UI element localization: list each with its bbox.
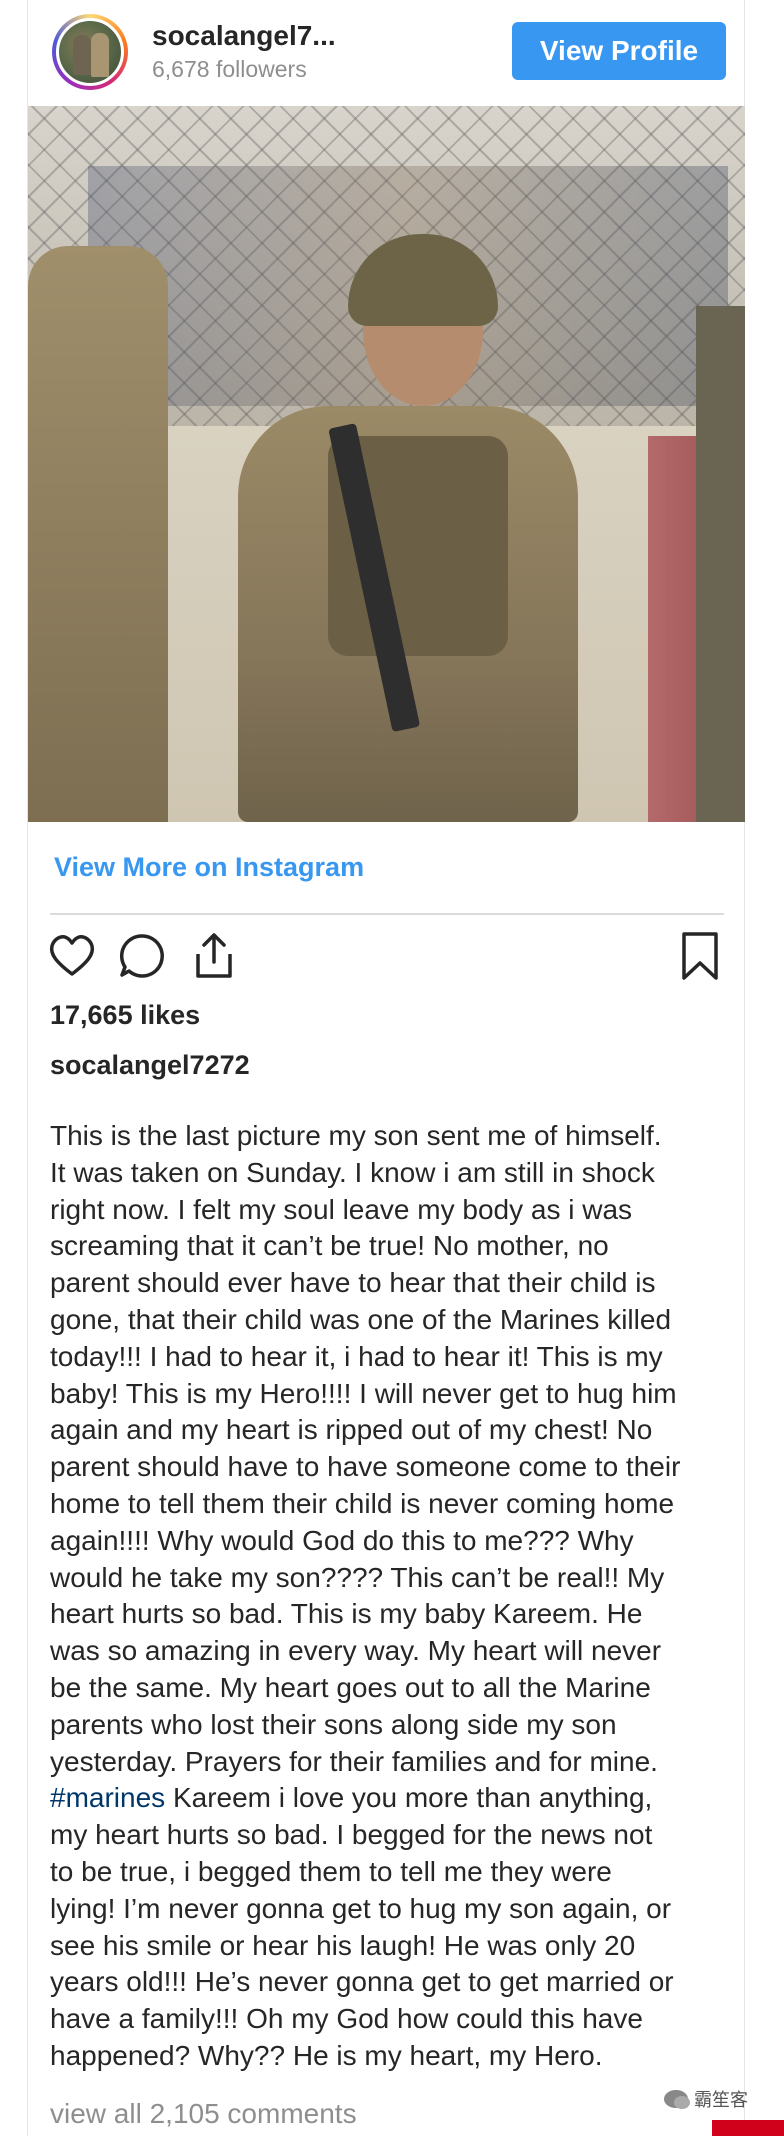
caption-text-part1: This is the last picture my son sent me … (50, 1120, 681, 1777)
view-profile-button[interactable]: View Profile (512, 22, 726, 80)
post-caption: This is the last picture my son sent me … (50, 1118, 740, 2075)
wechat-logo-icon (664, 2090, 690, 2109)
post-header: socalangel7... 6,678 followers View Prof… (28, 0, 744, 104)
soldier-left-figure (28, 246, 168, 822)
view-comments-link[interactable]: view all 2,105 comments (50, 2098, 357, 2130)
view-more-link[interactable]: View More on Instagram (54, 852, 364, 883)
watermark-text: 霸笙客 (694, 2090, 748, 2110)
red-corner-decoration (712, 2120, 784, 2136)
hashtag-link[interactable]: #marines (50, 1782, 165, 1813)
avatar[interactable] (52, 14, 128, 90)
caption-text-part2: Kareem i love you more than anything, my… (50, 1782, 674, 2071)
heart-icon[interactable] (46, 930, 98, 982)
post-author[interactable]: socalangel7272 (50, 1050, 250, 1081)
instagram-embed-card: socalangel7... 6,678 followers View Prof… (27, 0, 745, 2136)
username[interactable]: socalangel7... (152, 20, 336, 52)
watermark: 霸笙客 (664, 2086, 748, 2112)
likes-count[interactable]: 17,665 likes (50, 1000, 200, 1031)
followers-count: 6,678 followers (152, 56, 307, 82)
share-icon[interactable] (188, 930, 240, 982)
comment-icon[interactable] (116, 930, 168, 982)
post-photo[interactable] (28, 106, 745, 822)
avatar-image (56, 18, 124, 86)
soldier-right-figure (696, 306, 745, 822)
bookmark-icon[interactable] (674, 930, 726, 982)
divider (50, 913, 724, 915)
